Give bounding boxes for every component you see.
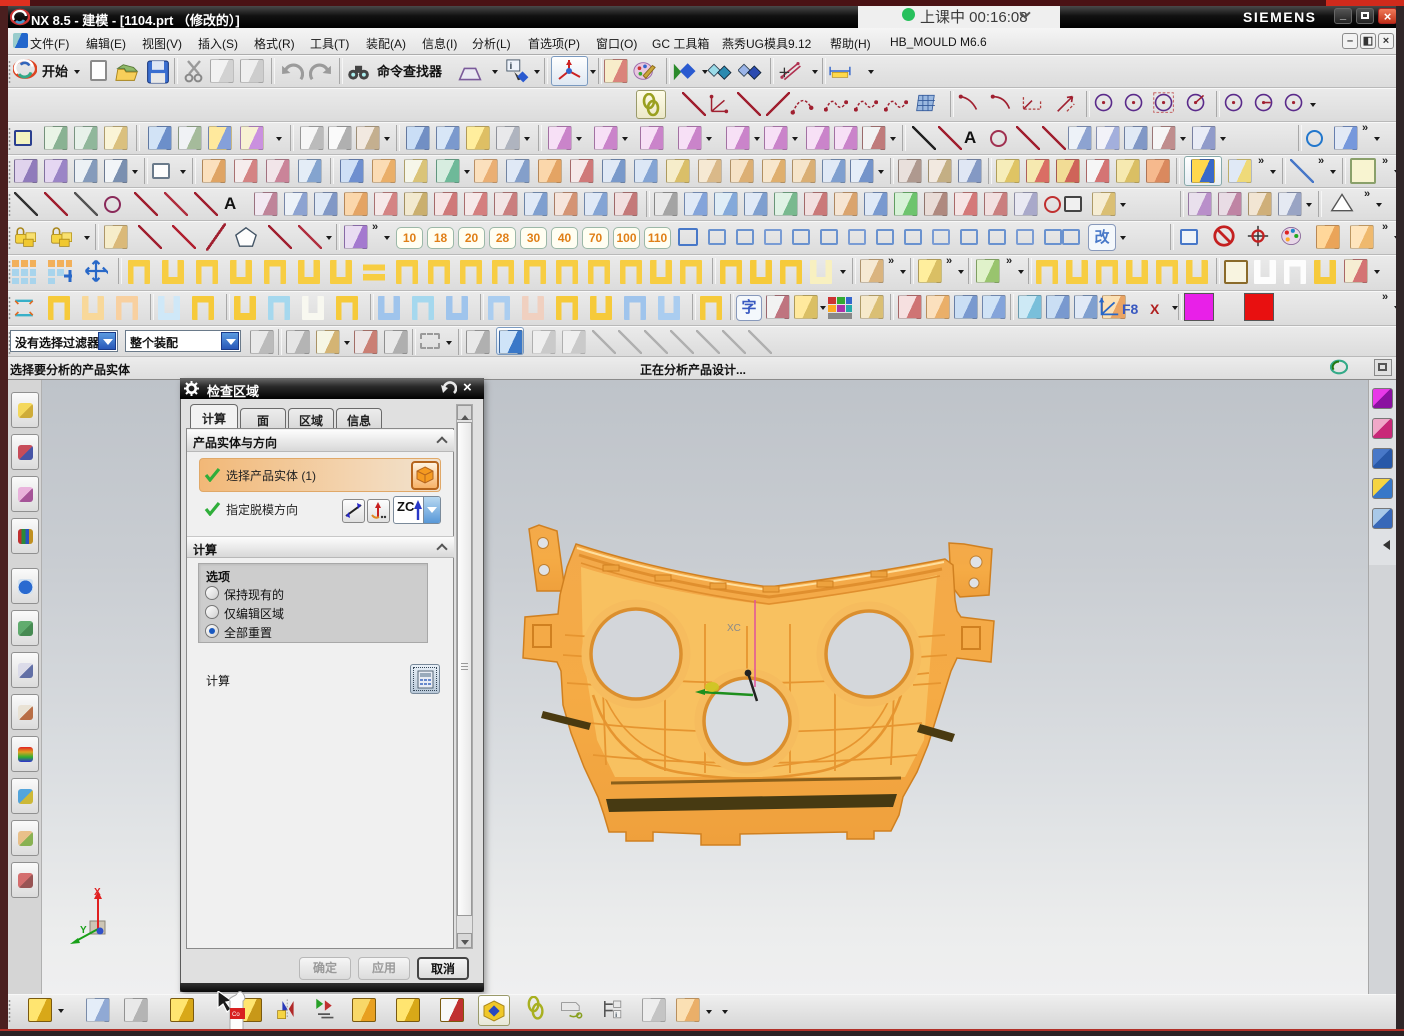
svg-text:X: X	[94, 887, 101, 898]
svg-text:Y: Y	[80, 925, 87, 936]
svg-text:i: i	[615, 1012, 617, 1019]
svg-text:XC: XC	[727, 623, 741, 634]
svg-text:Co: Co	[232, 1012, 240, 1018]
svg-text:i: i	[510, 61, 513, 71]
